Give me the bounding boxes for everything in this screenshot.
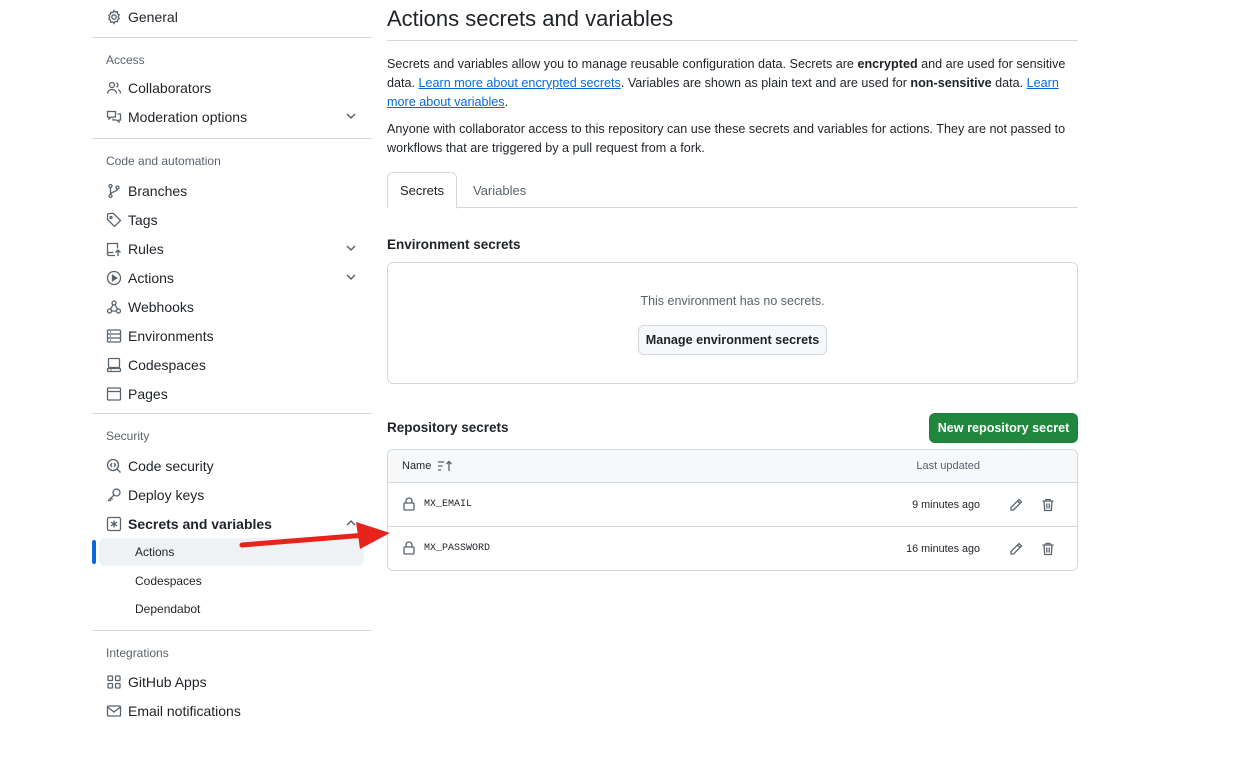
table-row: MX_EMAIL 9 minutes ago [388, 483, 1077, 527]
sidebar-item-label: Rules [128, 240, 164, 257]
sidebar-subitem-label: Dependabot [135, 602, 201, 616]
sidebar-item-label: Collaborators [128, 79, 212, 96]
lock-icon [402, 497, 416, 511]
sidebar-item-moderation-options[interactable]: Moderation options [92, 102, 372, 131]
chevron-down-icon[interactable] [344, 109, 358, 123]
sidebar-item-label: Actions [128, 269, 174, 286]
sidebar-subitem-dependabot[interactable]: Dependabot [99, 595, 364, 623]
repo-push-icon [106, 241, 122, 257]
manage-environment-secrets-button[interactable]: Manage environment secrets [638, 325, 827, 355]
active-indicator [92, 540, 96, 564]
sidebar-item-code-security[interactable]: Code security [92, 451, 372, 480]
sidebar-item-codespaces[interactable]: Codespaces [92, 350, 372, 379]
column-name-header[interactable]: Name [402, 460, 453, 472]
sidebar-item-label: Tags [128, 211, 158, 228]
new-repository-secret-button[interactable]: New repository secret [929, 413, 1078, 443]
sidebar-item-label: Email notifications [128, 702, 241, 719]
sidebar-item-webhooks[interactable]: Webhooks [92, 292, 372, 321]
pencil-icon[interactable] [1008, 497, 1024, 513]
apps-icon [106, 674, 122, 690]
key-icon [106, 487, 122, 503]
repository-secrets-table: Name Last updated MX_EMAIL 9 minutes ago… [387, 449, 1078, 571]
sidebar-item-label: Moderation options [128, 108, 248, 125]
settings-sidebar: General Access Collaborators Moderation … [92, 0, 372, 725]
group-heading-code-automation: Code and automation [106, 154, 221, 168]
trash-icon[interactable] [1040, 541, 1056, 557]
server-icon [106, 328, 122, 344]
sidebar-item-tags[interactable]: Tags [92, 205, 372, 234]
sidebar-item-branches[interactable]: Branches [92, 176, 372, 205]
pencil-icon[interactable] [1008, 541, 1024, 557]
sidebar-item-pages[interactable]: Pages [92, 379, 372, 408]
sidebar-item-label: Codespaces [128, 356, 206, 373]
chevron-down-icon[interactable] [344, 241, 358, 255]
group-heading-integrations: Integrations [106, 646, 169, 660]
group-heading-security: Security [106, 429, 150, 443]
trash-icon[interactable] [1040, 497, 1056, 513]
sidebar-item-label: Webhooks [128, 298, 194, 315]
codespaces-icon [106, 357, 122, 373]
last-updated: 16 minutes ago [906, 543, 980, 555]
table-header: Name Last updated [388, 450, 1077, 483]
sort-icon[interactable] [437, 460, 453, 472]
git-branch-icon [106, 183, 122, 199]
sidebar-item-label: General [128, 8, 178, 25]
secret-name: MX_EMAIL [424, 499, 473, 510]
sidebar-item-github-apps[interactable]: GitHub Apps [92, 667, 372, 696]
play-icon [106, 270, 122, 286]
annotation-arrow-icon [239, 522, 390, 549]
sidebar-subitem-label: Codespaces [135, 574, 202, 588]
sidebar-item-label: Code security [128, 457, 214, 474]
codescan-icon [106, 458, 122, 474]
sidebar-item-email-notifications[interactable]: Email notifications [92, 696, 372, 725]
empty-state-message: This environment has no secrets. [640, 294, 825, 308]
sidebar-item-label: GitHub Apps [128, 673, 207, 690]
last-updated: 9 minutes ago [912, 499, 980, 511]
column-last-updated-header: Last updated [916, 460, 980, 472]
sidebar-item-rules[interactable]: Rules [92, 234, 372, 263]
comment-discussion-icon [106, 109, 122, 125]
sidebar-item-label: Environments [128, 327, 214, 344]
sidebar-item-label: Deploy keys [128, 486, 205, 503]
sidebar-subitem-codespaces[interactable]: Codespaces [99, 567, 364, 595]
main-panels: This environment has no secrets. Manage … [387, 0, 1078, 768]
chevron-down-icon[interactable] [344, 270, 358, 284]
divider [92, 413, 372, 414]
repository-secrets-title: Repository secrets [387, 420, 509, 435]
lock-icon [402, 541, 416, 555]
sidebar-item-label: Pages [128, 385, 168, 402]
key-asterisk-icon [106, 516, 122, 532]
divider [92, 37, 372, 38]
webhook-icon [106, 299, 122, 315]
divider [92, 630, 372, 631]
tag-icon [106, 212, 122, 228]
sidebar-item-deploy-keys[interactable]: Deploy keys [92, 480, 372, 509]
sidebar-item-environments[interactable]: Environments [92, 321, 372, 350]
sidebar-item-general[interactable]: General [92, 2, 372, 31]
mail-icon [106, 703, 122, 719]
sidebar-item-collaborators[interactable]: Collaborators [92, 73, 372, 102]
secret-name: MX_PASSWORD [424, 543, 491, 554]
group-heading-access: Access [106, 53, 145, 67]
browser-icon [106, 386, 122, 402]
environment-secrets-box: This environment has no secrets. Manage … [387, 262, 1078, 384]
table-row: MX_PASSWORD 16 minutes ago [388, 527, 1077, 570]
sidebar-subitem-label: Actions [135, 545, 175, 559]
sidebar-item-label: Branches [128, 182, 188, 199]
people-icon [106, 80, 122, 96]
divider [92, 138, 372, 139]
sidebar-item-actions[interactable]: Actions [92, 263, 372, 292]
column-label: Name [402, 460, 432, 472]
gear-icon [106, 8, 122, 25]
